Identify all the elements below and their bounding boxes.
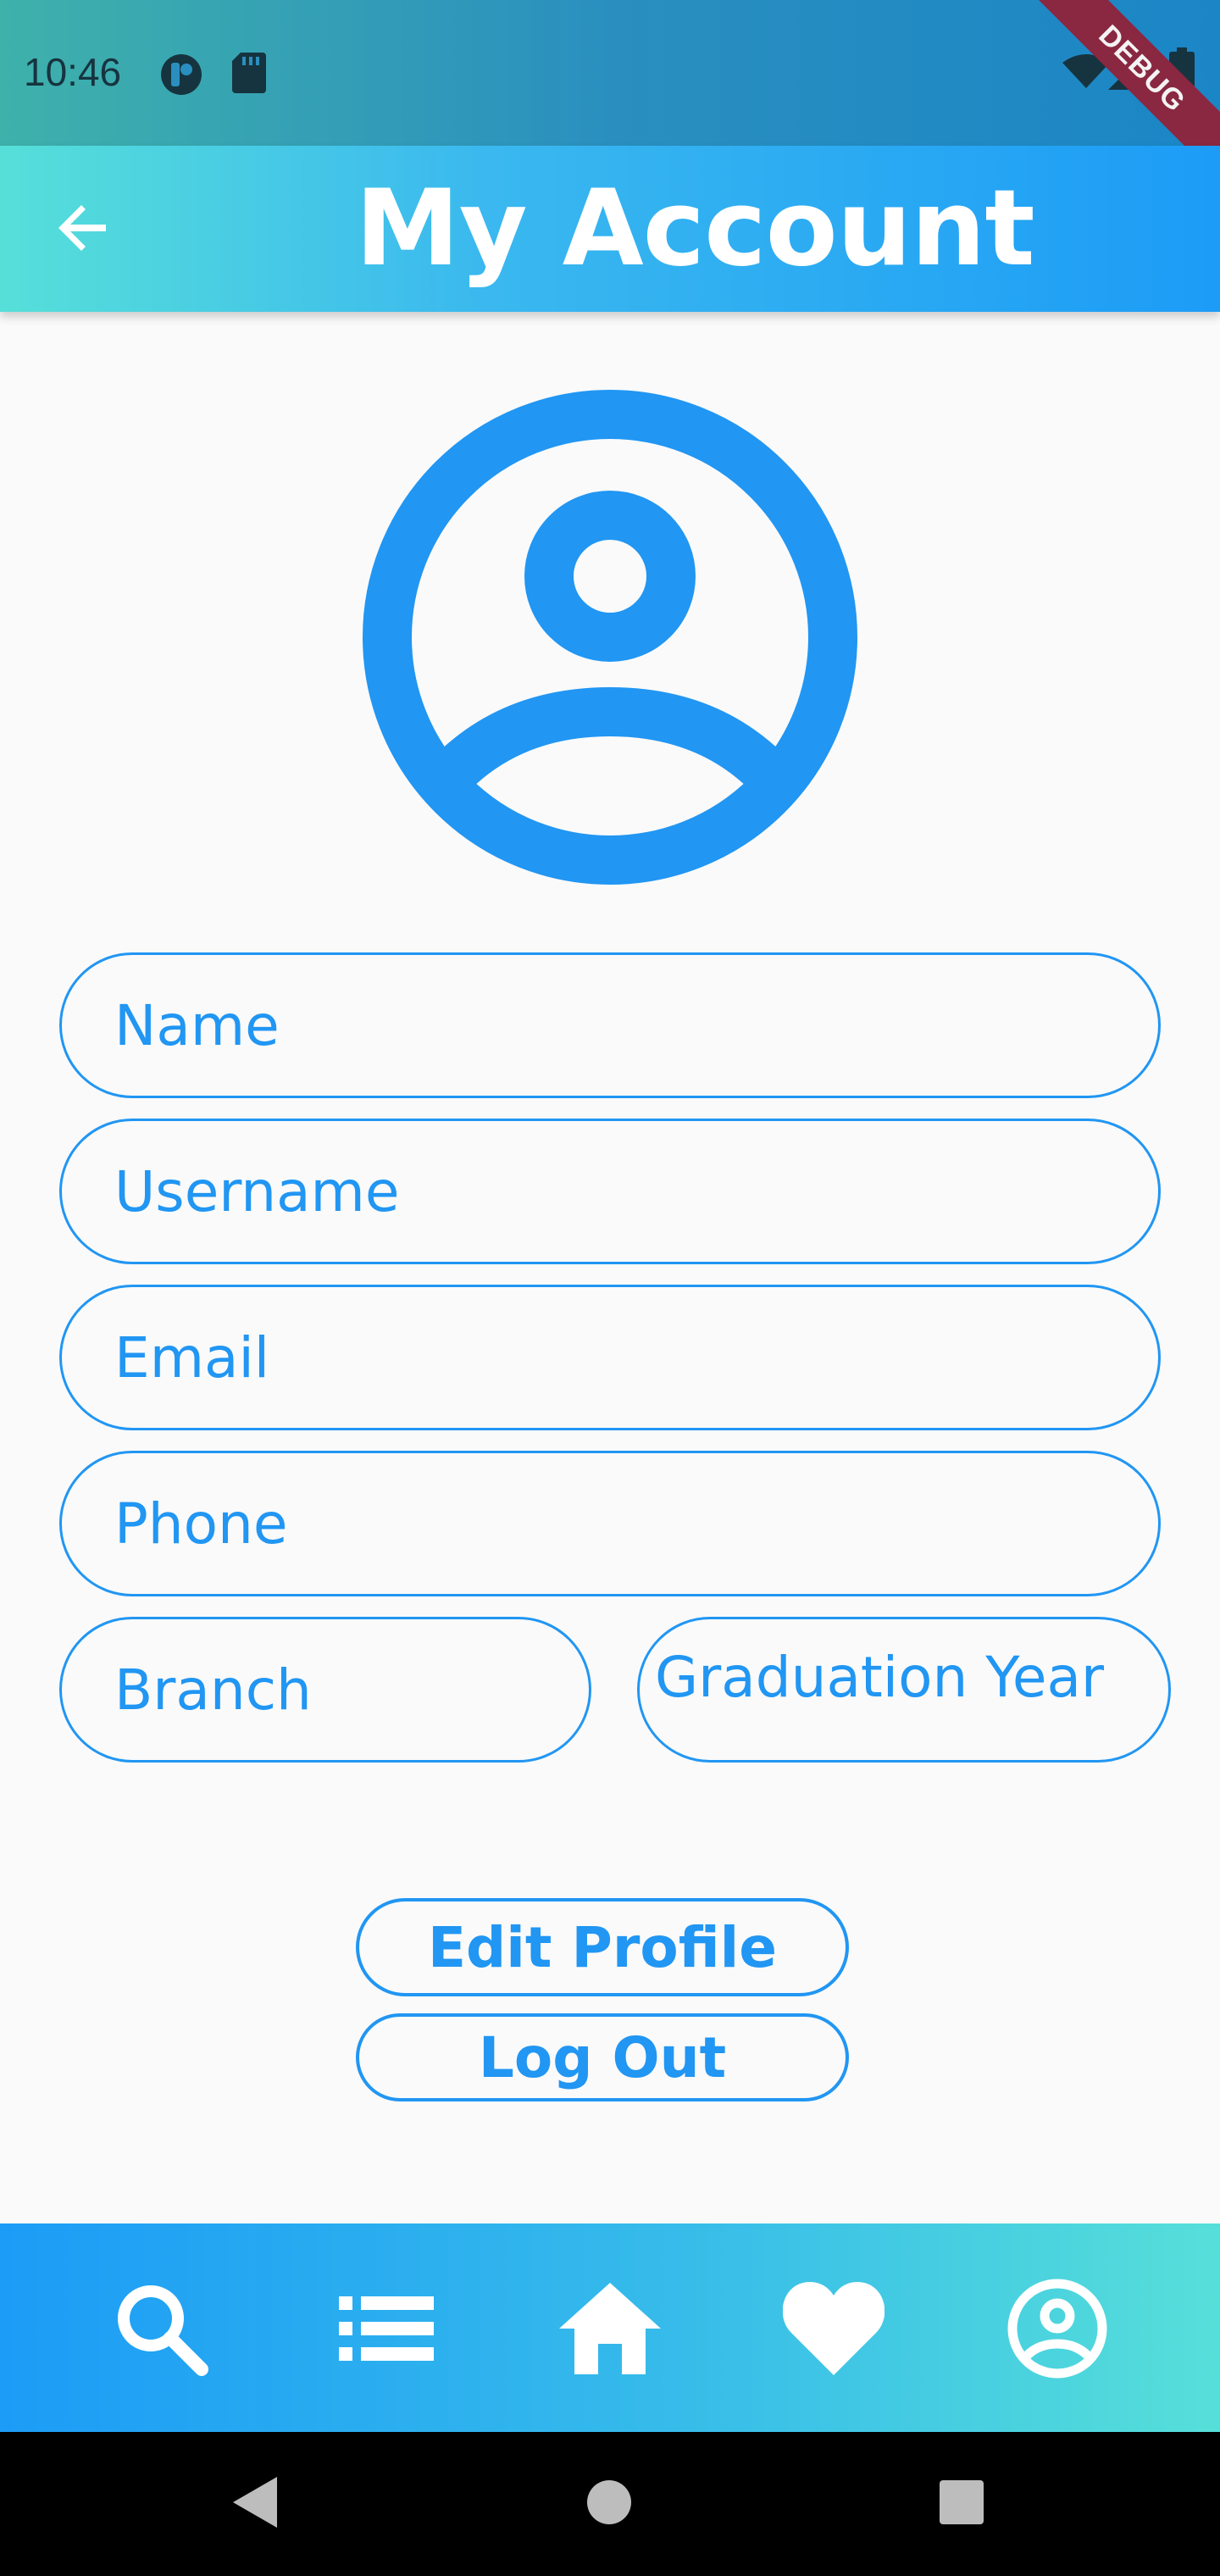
phone-field-label: Phone [114,1491,288,1557]
app-bar: My Account [0,146,1220,312]
email-field[interactable]: Email [59,1285,1161,1430]
phone-field[interactable]: Phone [59,1451,1161,1596]
nav-item-search[interactable] [102,2271,220,2390]
branch-field[interactable]: Branch [59,1617,591,1763]
sd-card-icon [232,53,266,97]
log-out-button[interactable]: Log Out [356,2013,849,2101]
system-back-button[interactable] [217,2466,293,2542]
nav-item-list[interactable] [327,2271,446,2390]
avatar [363,390,857,885]
system-nav-bar [0,2432,1220,2576]
email-field-label: Email [114,1324,270,1391]
account-circle-icon [363,390,857,888]
system-recents-button[interactable] [923,2466,1000,2542]
status-time: 10:46 [24,50,122,94]
bottom-nav [0,2223,1220,2432]
nav-item-account[interactable] [998,2271,1117,2390]
home-icon [559,2282,661,2379]
branch-field-label: Branch [114,1657,312,1723]
account-circle-icon [1006,2278,1108,2384]
nav-item-home[interactable] [551,2271,669,2390]
recents-square-icon [938,2479,985,2530]
name-field[interactable]: Name [59,952,1161,1098]
search-icon [114,2281,208,2380]
back-triangle-icon [230,2475,280,2534]
system-home-button[interactable] [571,2466,647,2542]
page-title: My Account [355,168,1034,290]
heart-icon [782,2281,885,2379]
name-field-label: Name [114,992,280,1058]
edit-profile-button[interactable]: Edit Profile [356,1898,849,1996]
username-field[interactable]: Username [59,1119,1161,1264]
username-field-label: Username [114,1158,400,1224]
graduation-year-field[interactable]: Graduation Year [637,1617,1171,1763]
list-icon [339,2295,434,2367]
circle-badge-icon [159,53,203,101]
graduation-year-field-label: Graduation Year [655,1645,1105,1710]
status-bar: 10:46 DEBUG [0,0,1220,146]
arrow-back-icon [57,201,111,259]
nav-item-favorites[interactable] [774,2271,893,2390]
home-circle-icon [585,2479,633,2530]
back-button[interactable] [47,193,120,266]
